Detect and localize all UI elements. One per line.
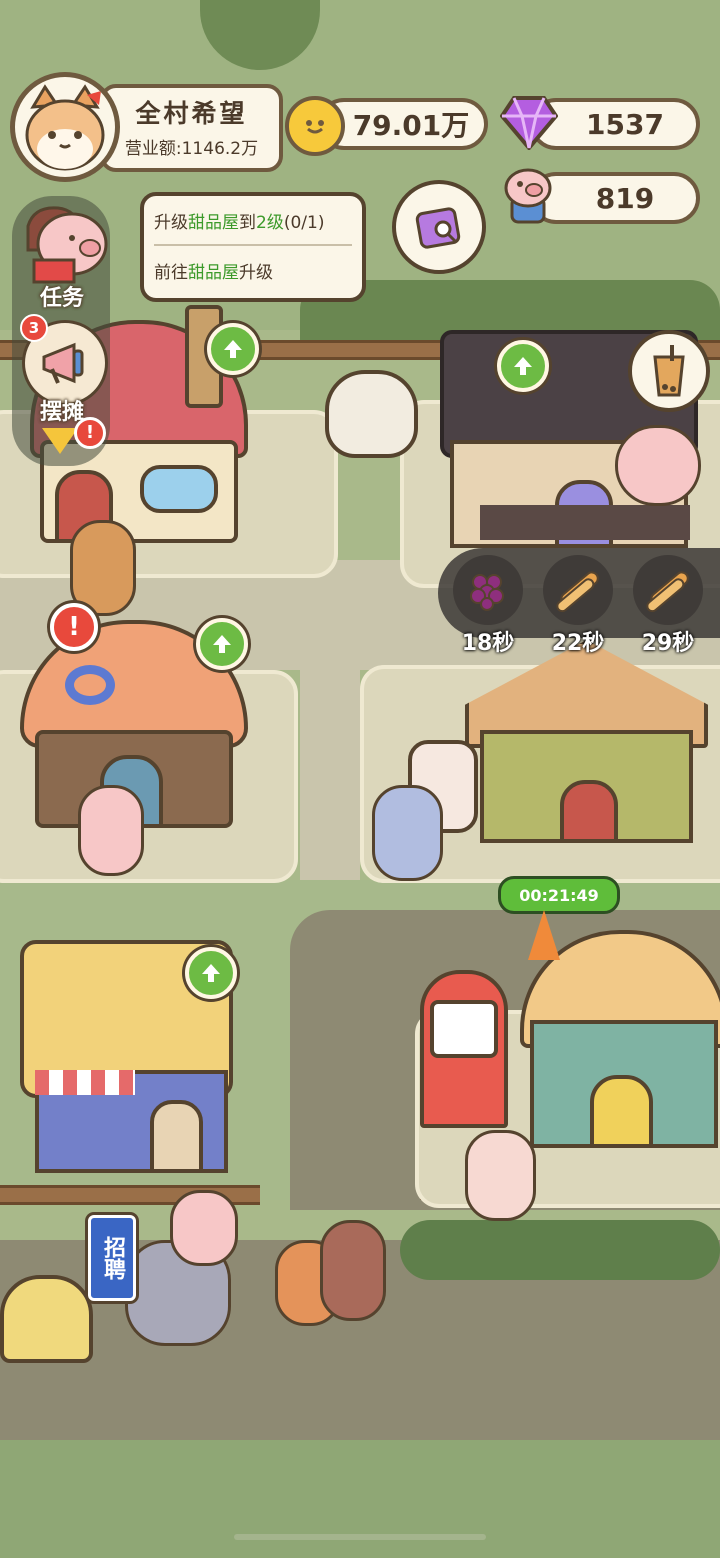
pig-character-waiter[interactable] xyxy=(78,785,144,876)
upgrade-button-mushroom-house[interactable] xyxy=(207,323,259,375)
road-vertical xyxy=(300,560,360,890)
megaphone-icon xyxy=(42,342,84,384)
production-time: 29秒 xyxy=(641,631,695,656)
traffic-cone-icon xyxy=(528,910,560,960)
quest-button-label: 任务 xyxy=(39,286,84,311)
home-indicator xyxy=(234,1534,486,1540)
pig-quest-giver-icon xyxy=(26,206,108,284)
arrow-up-icon xyxy=(514,357,532,375)
production-item-0[interactable]: 18秒 xyxy=(448,555,528,657)
coin-icon xyxy=(285,96,345,156)
avatar[interactable] xyxy=(10,72,120,182)
production-time: 22秒 xyxy=(551,631,605,656)
gem-value: 1537 xyxy=(586,107,664,141)
arrow-up-icon xyxy=(202,964,220,982)
bread-icon xyxy=(646,571,689,613)
production-item-2[interactable]: 29秒 xyxy=(628,555,708,657)
upgrade-button-chocolate-house[interactable] xyxy=(497,340,549,392)
quest-line-2: 前往甜品屋升级 xyxy=(154,263,273,283)
coin-value: 79.01万 xyxy=(352,109,470,142)
cat-avatar-icon xyxy=(25,84,105,171)
quest-divider xyxy=(154,244,352,246)
bread-icon xyxy=(556,571,599,613)
pig-staff-icon xyxy=(498,164,558,228)
barn-house[interactable] xyxy=(465,640,708,843)
hedge-bottom xyxy=(400,1220,720,1280)
quest-bubble[interactable]: 升级甜品屋到2级(0/1) 前往甜品屋升级 xyxy=(140,192,366,302)
production-item-1[interactable]: 22秒 xyxy=(538,555,618,657)
grape-icon xyxy=(470,574,504,611)
production-time: 18秒 xyxy=(461,631,515,656)
dog-character[interactable] xyxy=(70,520,136,616)
grass-bottom xyxy=(0,1440,720,1558)
alert-button-bakery[interactable]: ! xyxy=(50,603,98,651)
pig-character-shopkeeper[interactable] xyxy=(615,425,701,506)
build-timer-text: 00:21:49 xyxy=(519,885,599,905)
recruit-sign[interactable]: 招聘 xyxy=(88,1215,136,1301)
monkey-character[interactable] xyxy=(320,1220,386,1321)
pig-value: 819 xyxy=(595,181,655,215)
wallet-icon xyxy=(415,207,461,249)
profile-panel[interactable]: 全村希望 营业额:1146.2万 xyxy=(100,84,283,172)
toy-shop[interactable] xyxy=(420,930,720,1150)
ice-cream-stand[interactable] xyxy=(325,370,418,458)
car[interactable] xyxy=(0,1275,93,1363)
bubble-tea-icon xyxy=(653,345,685,397)
gem-icon xyxy=(499,94,559,154)
upgrade-button-bakery-house[interactable] xyxy=(196,618,248,670)
wallet-button[interactable] xyxy=(392,180,486,274)
profile-revenue: 营业额:1146.2万 xyxy=(124,139,259,159)
quest-line-1: 升级甜品屋到2级(0/1) xyxy=(154,213,325,233)
stall-button[interactable]: 3 摆摊 xyxy=(14,314,110,428)
arrow-up-icon xyxy=(224,340,242,358)
bubble-tea-order[interactable] xyxy=(628,330,710,412)
recruit-sign-label: 招聘 xyxy=(100,1236,125,1280)
upgrade-button-cheese-house[interactable] xyxy=(185,947,237,999)
sheep-character[interactable] xyxy=(465,1130,536,1221)
hippo-character[interactable] xyxy=(372,785,443,881)
arrow-up-icon xyxy=(213,635,231,653)
quest-button[interactable]: 任务 xyxy=(14,200,110,311)
pig-character-recruiter[interactable] xyxy=(170,1190,238,1266)
stall-badge: 3 xyxy=(20,314,48,342)
dock-alert-icon[interactable]: ! xyxy=(74,417,106,449)
build-timer: 00:21:49 xyxy=(498,876,620,914)
dock-expand-arrow[interactable] xyxy=(42,428,78,454)
profile-name: 全村希望 xyxy=(135,99,248,128)
